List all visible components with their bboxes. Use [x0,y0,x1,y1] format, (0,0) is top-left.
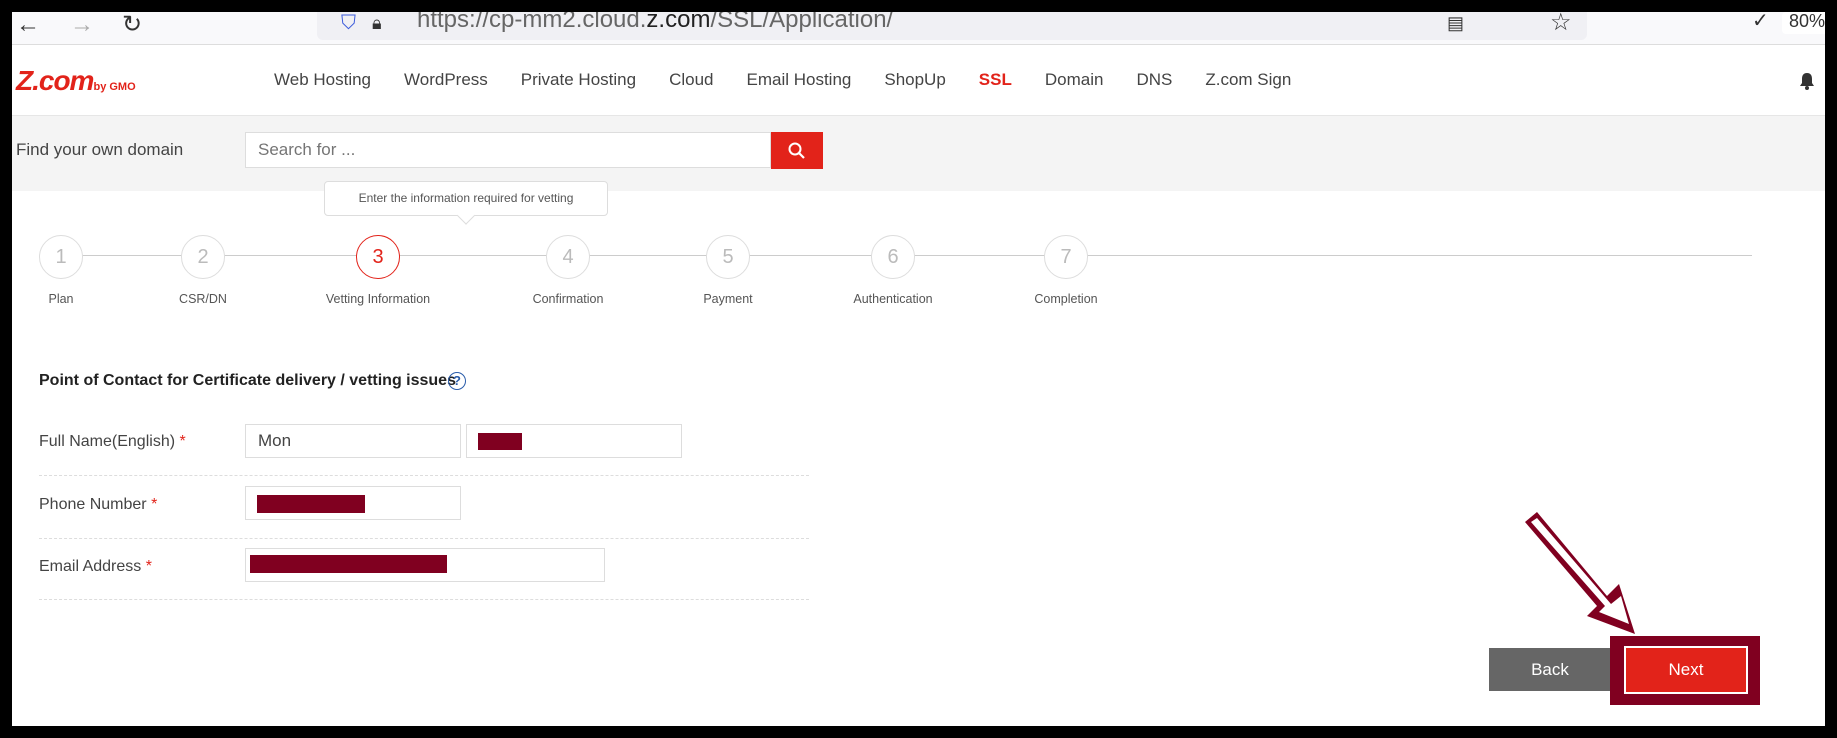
domain-search-input[interactable] [245,132,771,168]
lock-icon: 🔒︎ [372,13,382,33]
main-nav: Web Hosting WordPress Private Hosting Cl… [274,70,1324,90]
nav-ssl[interactable]: SSL [979,70,1012,90]
nav-web-hosting[interactable]: Web Hosting [274,70,371,90]
forward-arrow-icon[interactable]: → [70,12,94,38]
nav-domain[interactable]: Domain [1045,70,1104,90]
step-7-label: Completion [1034,292,1098,306]
nav-dns[interactable]: DNS [1136,70,1172,90]
nav-shopup[interactable]: ShopUp [884,70,945,90]
annotation-arrow-icon [1525,512,1635,634]
help-icon[interactable]: ? [448,372,466,390]
step-7-circle: 7 [1044,235,1088,279]
site-header: Z.comby GMO Web Hosting WordPress Privat… [12,45,1825,116]
step-5-label: Payment [703,292,753,306]
step-3-circle: 3 [356,235,400,279]
step-4-circle: 4 [546,235,590,279]
phone-label: Phone Number * [39,496,158,513]
search-icon [788,142,805,159]
step-3-label: Vetting Information [325,292,431,306]
row-divider [39,599,809,600]
back-button[interactable]: Back [1489,648,1611,691]
pocket-icon[interactable]: ✓ [1752,12,1769,34]
nav-cloud[interactable]: Cloud [669,70,713,90]
step-5-circle: 5 [706,235,750,279]
nav-private-hosting[interactable]: Private Hosting [521,70,636,90]
nav-email-hosting[interactable]: Email Hosting [746,70,851,90]
reload-icon[interactable]: ↻ [122,12,142,38]
shield-icon: ⛉ [341,12,356,34]
address-bar[interactable]: ⛉ 🔒︎ https://cp-mm2.cloud.z.com/SSL/Appl… [317,12,1825,40]
next-button[interactable]: Next [1624,646,1748,694]
redaction-mark [478,433,522,450]
email-label: Email Address * [39,558,152,575]
nav-wordpress[interactable]: WordPress [404,70,488,90]
contact-section-title: Point of Contact for Certificate deliver… [39,372,456,389]
find-domain-label: Find your own domain [16,140,184,159]
browser-toolbar: ← → ↻ ⛉ 🔒︎ https://cp-mm2.cloud.z.com/SS… [12,12,1825,45]
step-4-label: Confirmation [532,292,604,306]
step-tooltip: Enter the information required for vetti… [324,181,608,216]
first-name-input[interactable] [245,424,461,458]
row-divider [39,538,809,539]
step-1-label: Plan [48,292,74,306]
row-divider [39,475,809,476]
zoom-level[interactable]: 80% [1782,12,1825,34]
step-6-circle: 6 [871,235,915,279]
step-6-label: Authentication [853,292,933,306]
step-2-circle: 2 [181,235,225,279]
domain-search-band: Find your own domain [12,116,1825,191]
redaction-mark [250,555,447,573]
back-arrow-icon[interactable]: ← [16,12,40,38]
notification-bell-icon[interactable] [1797,71,1817,91]
step-2-label: CSR/DN [179,292,227,306]
reader-mode-icon[interactable]: ▤ [1447,12,1464,36]
url-text: https://cp-mm2.cloud.z.com/SSL/Applicati… [417,12,894,33]
zcom-logo[interactable]: Z.comby GMO [16,65,136,97]
search-button[interactable] [771,132,823,169]
redaction-mark [257,495,365,513]
bookmark-star-icon[interactable]: ☆ [1550,12,1572,36]
browser-window: ← → ↻ ⛉ 🔒︎ https://cp-mm2.cloud.z.com/SS… [12,12,1825,726]
nav-zcom-sign[interactable]: Z.com Sign [1205,70,1291,90]
step-1-circle: 1 [39,235,83,279]
full-name-label: Full Name(English) * [39,433,186,450]
